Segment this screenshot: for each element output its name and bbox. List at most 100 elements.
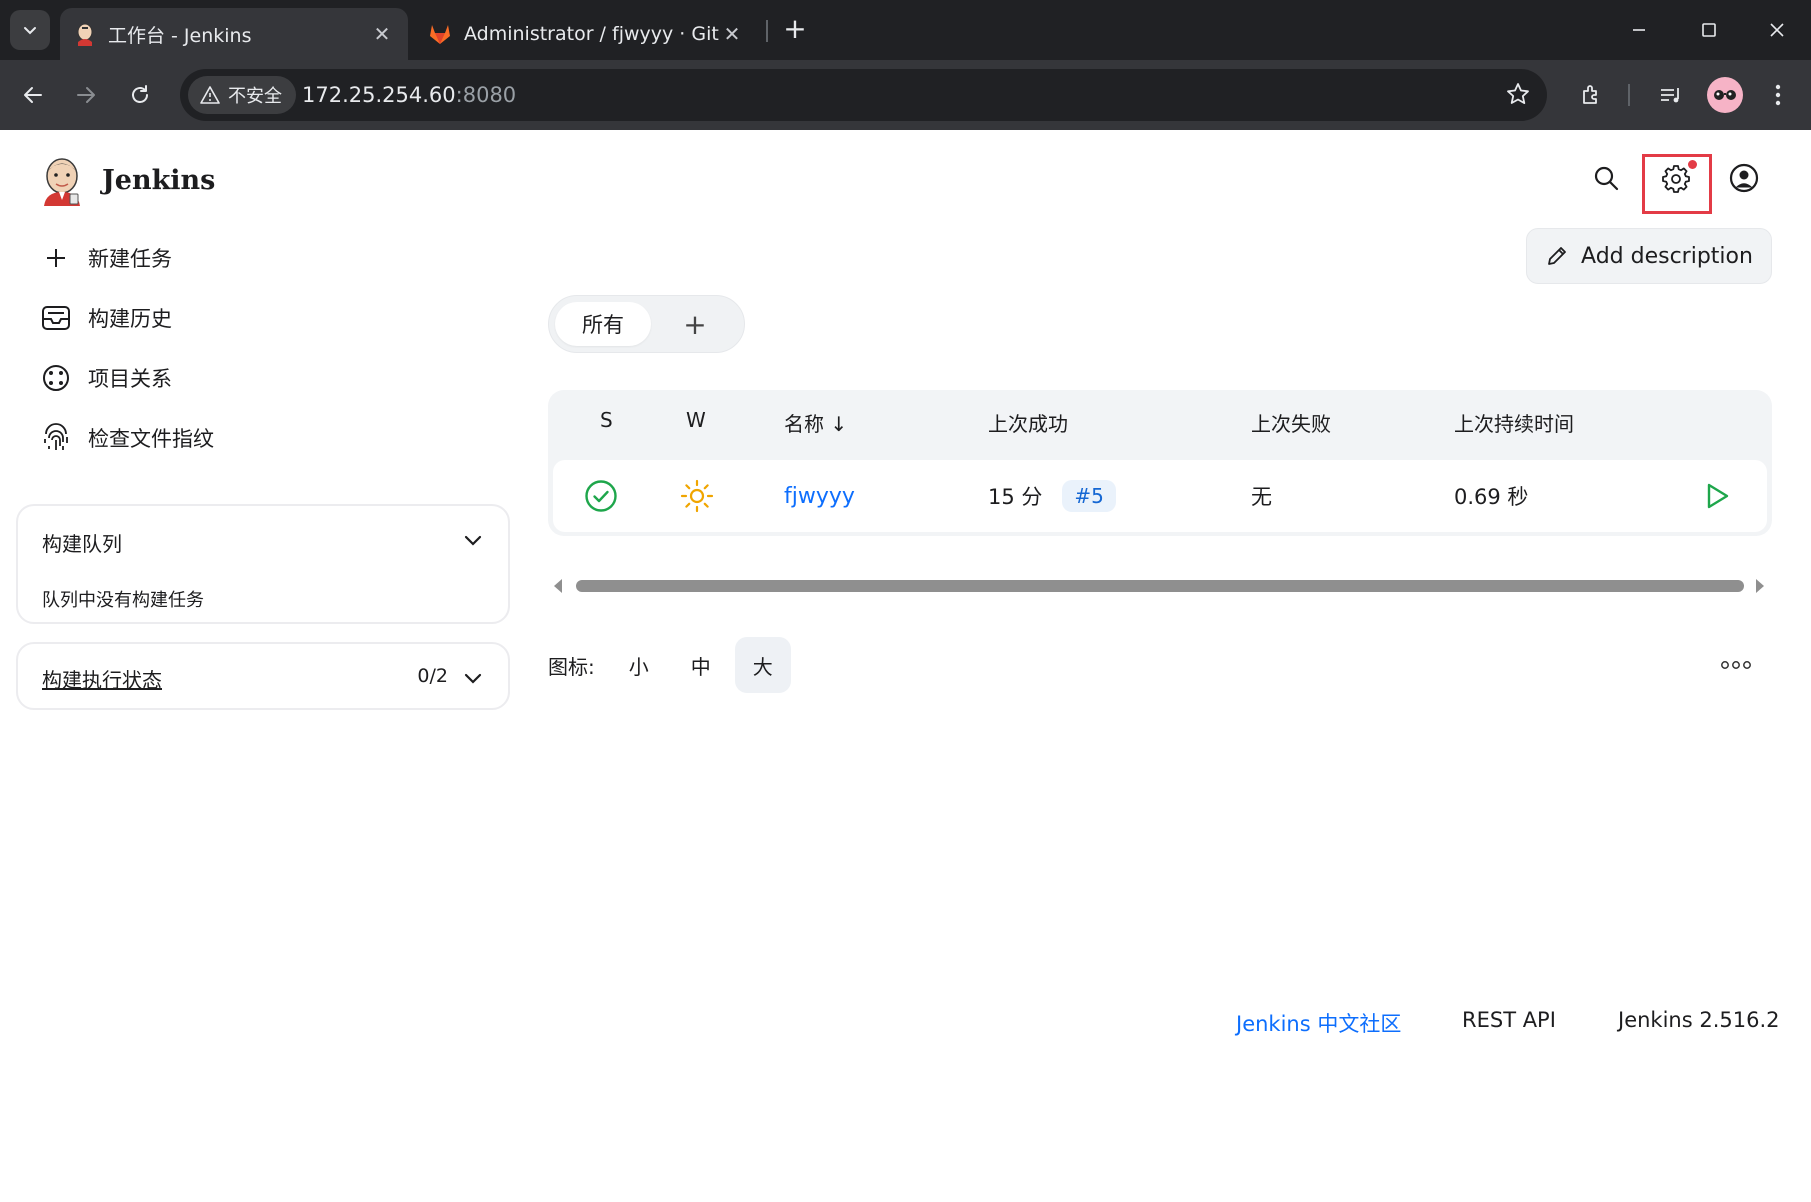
url-port: :8080	[455, 83, 517, 107]
executors-title-link[interactable]: 构建执行状态	[42, 664, 162, 693]
build-number-link[interactable]: #5	[1062, 480, 1116, 512]
executors-count: 0/2	[417, 665, 448, 687]
url-text[interactable]: 172.25.254.60:8080	[302, 69, 516, 121]
glasses-avatar-icon	[1714, 90, 1736, 100]
sidebar-item-label: 新建任务	[88, 247, 172, 271]
gitlab-favicon-icon	[430, 25, 450, 44]
build-queue-empty-text: 队列中没有构建任务	[42, 590, 204, 611]
view-tabs: 所有 +	[548, 295, 745, 353]
sidebar-item-project-relationship[interactable]: 项目关系	[38, 358, 172, 398]
icon-size-medium[interactable]: 中	[673, 637, 729, 693]
fingerprint-icon	[38, 420, 74, 456]
column-header-name-label: 名称	[784, 412, 824, 436]
scrollbar-thumb[interactable]	[576, 580, 1744, 592]
reload-icon	[132, 85, 148, 103]
sidebar-item-new-job[interactable]: 新建任务	[38, 238, 172, 278]
icon-size-large[interactable]: 大	[734, 637, 791, 693]
pencil-icon	[1548, 247, 1566, 265]
column-header-last-duration[interactable]: 上次持续时间	[1454, 408, 1574, 437]
jenkins-page: Jenkins 新建任务 构建历史 项目关系 检查文件指纹 构建队列 队列中没有…	[0, 130, 1811, 1202]
new-tab-button[interactable]: +	[778, 12, 812, 46]
rest-api-link[interactable]: REST API	[1462, 1008, 1556, 1032]
column-header-status[interactable]: S	[600, 408, 613, 432]
schedule-build-button[interactable]	[1701, 460, 1731, 532]
plus-icon	[38, 240, 74, 276]
scroll-right-arrow-icon[interactable]	[1754, 578, 1766, 594]
tab-divider	[766, 20, 768, 42]
new-view-button[interactable]: +	[673, 302, 717, 346]
toolbar-divider	[1628, 84, 1630, 106]
url-host: 172.25.254.60	[302, 83, 456, 107]
job-name-cell: fjwyyy	[784, 460, 855, 532]
last-failure-value: 无	[1251, 485, 1272, 509]
tab-title: 工作台 - Jenkins	[108, 24, 252, 47]
last-duration-value: 0.69 秒	[1454, 485, 1529, 509]
column-header-last-failure[interactable]: 上次失败	[1251, 408, 1331, 437]
close-icon	[1770, 23, 1784, 37]
jenkins-favicon-icon	[77, 23, 93, 46]
icon-size-label: 图标:	[548, 654, 595, 679]
close-window-button[interactable]	[1744, 0, 1810, 60]
minimize-icon	[1633, 29, 1645, 31]
more-horizontal-icon	[1721, 661, 1751, 669]
warning-icon	[200, 86, 220, 104]
browser-tab-gitlab[interactable]: Administrator / fjwyyy · GitLa ✕	[414, 8, 758, 60]
version-button[interactable]: Jenkins 2.516.2	[1618, 1008, 1780, 1032]
browser-toolbar: 不安全 172.25.254.60:8080	[0, 60, 1811, 130]
sidebar-item-label: 检查文件指纹	[88, 427, 214, 451]
last-duration-cell: 0.69 秒	[1454, 460, 1528, 532]
close-tab-icon[interactable]: ✕	[720, 22, 744, 46]
icon-size-small[interactable]: 小	[611, 637, 667, 693]
profile-avatar[interactable]	[1707, 77, 1743, 113]
maximize-button[interactable]	[1676, 0, 1742, 60]
user-account-button[interactable]	[1724, 158, 1764, 198]
column-header-last-success[interactable]: 上次成功	[988, 408, 1068, 437]
weather-sunny-icon	[680, 460, 714, 532]
chevron-down-icon	[24, 27, 36, 35]
bookmark-star-icon[interactable]	[1505, 81, 1531, 111]
address-bar[interactable]: 不安全 172.25.254.60:8080	[180, 69, 1547, 121]
sidebar-item-build-history[interactable]: 构建历史	[38, 298, 172, 338]
tab-search-button[interactable]	[10, 10, 50, 50]
table-row: fjwyyy 15 分 #5 无 0.69 秒	[553, 460, 1767, 532]
jenkins-logo-icon	[44, 158, 80, 206]
more-options-button[interactable]	[1714, 650, 1758, 680]
chevron-down-icon[interactable]	[464, 670, 482, 689]
add-description-label: Add description	[1581, 243, 1753, 269]
job-link[interactable]: fjwyyy	[784, 484, 855, 509]
browser-tab-bar: 工作台 - Jenkins ✕ Administrator / fjwyyy ·…	[0, 0, 1811, 60]
community-link[interactable]: Jenkins 中文社区	[1236, 1008, 1401, 1038]
media-controls-icon[interactable]	[1650, 75, 1690, 115]
tab-all[interactable]: 所有	[555, 302, 651, 346]
back-button[interactable]	[13, 75, 53, 115]
browser-tab-jenkins[interactable]: 工作台 - Jenkins ✕	[60, 8, 408, 60]
minimize-button[interactable]	[1606, 0, 1672, 60]
jobs-table: S W 名称 ↓ 上次成功 上次失败 上次持续时间 fjwyyy 15 分 #5…	[548, 390, 1772, 536]
sort-arrow-icon: ↓	[830, 412, 848, 436]
jenkins-home-link[interactable]: Jenkins	[40, 154, 215, 206]
sidebar-item-fingerprint[interactable]: 检查文件指纹	[38, 418, 214, 458]
column-header-name[interactable]: 名称 ↓	[784, 408, 847, 437]
reload-button[interactable]	[120, 75, 160, 115]
forward-button[interactable]	[66, 75, 106, 115]
browser-menu-icon[interactable]	[1758, 75, 1798, 115]
play-icon	[1707, 483, 1729, 509]
search-button[interactable]	[1586, 158, 1626, 198]
search-icon	[1594, 166, 1619, 191]
column-header-weather[interactable]: W	[686, 408, 706, 432]
scroll-left-arrow-icon[interactable]	[552, 578, 564, 594]
status-success-icon	[584, 460, 618, 532]
arrow-left-icon	[24, 87, 42, 103]
executors-panel: 构建执行状态 0/2	[16, 642, 510, 710]
arrow-right-icon	[77, 87, 95, 103]
add-description-button[interactable]: Add description	[1526, 228, 1772, 284]
inbox-icon	[38, 300, 74, 336]
close-tab-icon[interactable]: ✕	[370, 22, 394, 46]
security-label: 不安全	[228, 86, 282, 107]
table-horizontal-scrollbar[interactable]	[548, 572, 1772, 596]
notification-dot	[1688, 160, 1697, 169]
extensions-icon[interactable]	[1572, 75, 1612, 115]
sidebar-item-label: 项目关系	[88, 367, 172, 391]
chevron-down-icon[interactable]	[464, 532, 482, 551]
site-security-chip[interactable]: 不安全	[188, 76, 296, 114]
